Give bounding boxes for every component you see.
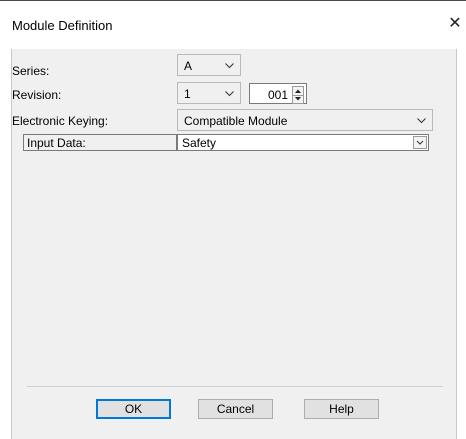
module-definition-dialog: Module Definition ✕ Series: A Revision: … xyxy=(0,0,466,439)
divider xyxy=(27,386,443,387)
input-data-label: Input Data: xyxy=(27,136,86,150)
series-value: A xyxy=(184,59,193,73)
ok-button[interactable]: OK xyxy=(96,399,171,419)
chevron-down-icon xyxy=(225,91,234,97)
electronic-keying-label: Electronic Keying: xyxy=(12,114,109,128)
input-data-value: Safety xyxy=(182,136,217,150)
dialog-title: Module Definition xyxy=(12,18,113,33)
title-bar: Module Definition ✕ xyxy=(0,1,466,49)
chevron-down-icon xyxy=(225,63,234,69)
revision-minor-stepper[interactable]: 001 xyxy=(249,83,307,104)
revision-label: Revision: xyxy=(12,88,62,102)
electronic-keying-select[interactable]: Compatible Module xyxy=(177,109,433,131)
revision-major-value: 1 xyxy=(184,87,191,101)
series-label: Series: xyxy=(12,64,50,78)
close-icon[interactable]: ✕ xyxy=(446,15,464,33)
spin-down-icon[interactable] xyxy=(293,95,303,103)
series-select[interactable]: A xyxy=(177,54,241,76)
input-data-row: Input Data: Safety xyxy=(12,134,429,151)
input-data-select[interactable]: Safety xyxy=(177,134,429,151)
help-button[interactable]: Help xyxy=(304,399,379,419)
input-data-label-cell: Input Data: xyxy=(23,134,177,151)
dropdown-button[interactable] xyxy=(413,136,427,149)
chevron-down-icon xyxy=(416,140,424,145)
electronic-keying-value: Compatible Module xyxy=(184,114,288,128)
cancel-button[interactable]: Cancel xyxy=(198,399,273,419)
revision-major-select[interactable]: 1 xyxy=(177,82,241,104)
revision-minor-value: 001 xyxy=(267,88,288,102)
stepper-buttons xyxy=(292,86,304,104)
dialog-client-area: Series: A Revision: 1 001 Electronic Key… xyxy=(11,49,457,439)
chevron-down-icon xyxy=(417,118,426,124)
